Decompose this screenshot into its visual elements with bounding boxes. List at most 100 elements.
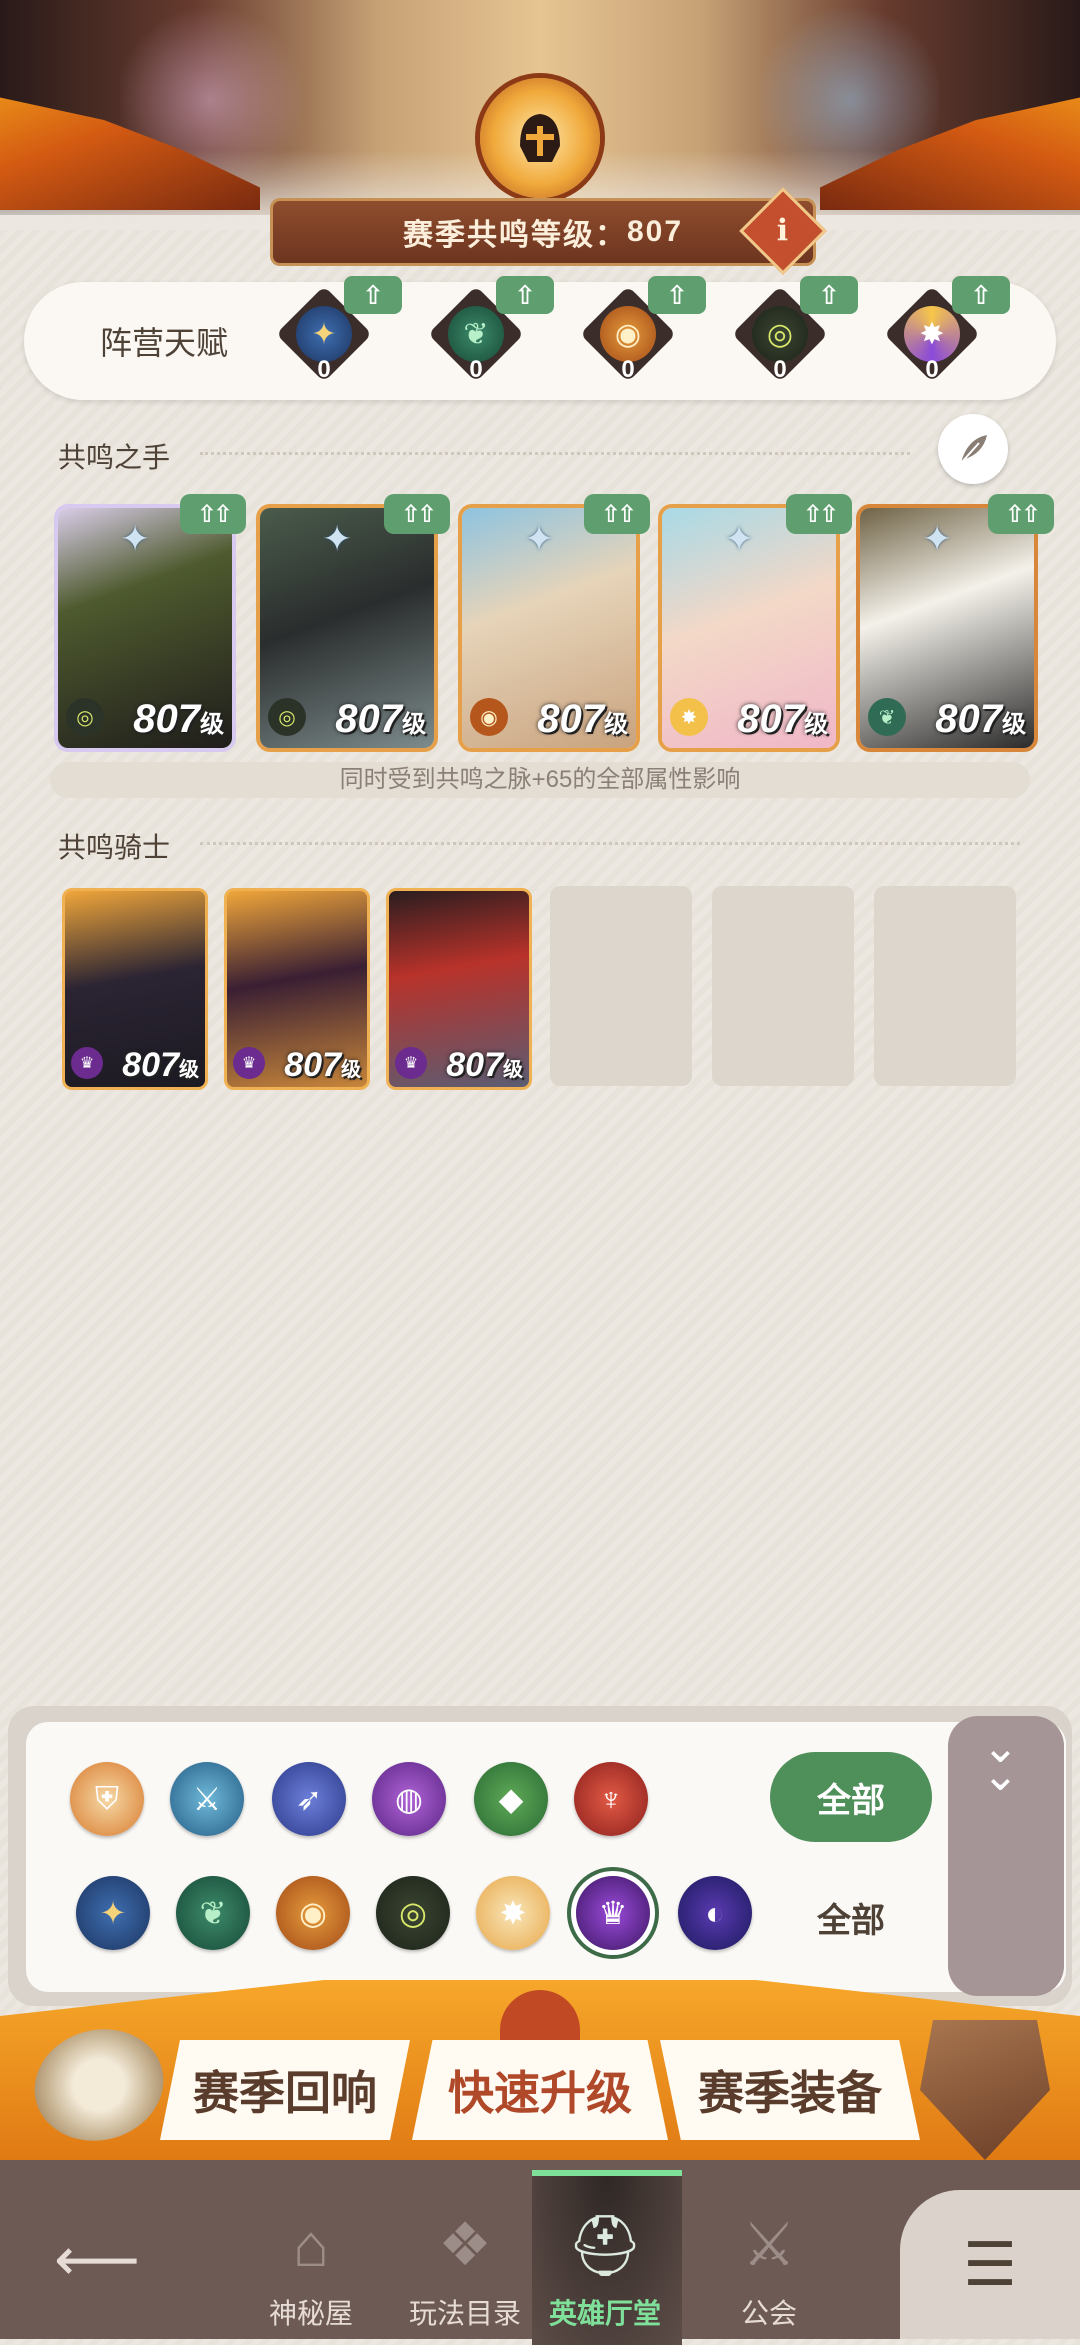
mauler-icon: ◎ <box>752 306 808 362</box>
double-arrow-up-icon[interactable]: ⇧⇧ <box>786 494 852 534</box>
level-unit: 级 <box>179 1059 199 1081</box>
void-faction-icon: ♛ <box>71 1047 103 1079</box>
hero-card[interactable]: ✦ ◎ 807级 <box>256 504 438 752</box>
level-unit: 级 <box>804 711 828 738</box>
nav-label: 神秘屋 <box>268 2298 353 2329</box>
menu-list-icon: ☰ <box>963 2230 1017 2298</box>
level-unit: 级 <box>402 711 426 738</box>
support-class-icon[interactable]: ◆ <box>474 1762 548 1836</box>
lightbearer-icon: ✦ <box>296 306 352 362</box>
knight-level: 807 <box>284 1046 341 1084</box>
arrow-up-icon[interactable]: ⇧ <box>496 276 554 314</box>
nav-guild[interactable]: ⚔ 公会 <box>704 2192 834 2332</box>
level-unit: 级 <box>604 711 628 738</box>
talent-count: 0 <box>317 356 331 383</box>
hero-level: 807 <box>133 697 200 741</box>
graveborn-filter-icon[interactable]: ◉ <box>276 1876 350 1950</box>
nav-mystery-house[interactable]: ⌂ 神秘屋 <box>246 2192 376 2332</box>
level-unit: 级 <box>341 1059 361 1081</box>
nav-hero-hall[interactable]: ⛑ 英雄厅堂 <box>540 2192 670 2332</box>
mauler-icon: ◎ <box>66 698 104 736</box>
celestial-filter-icon[interactable]: ✸ <box>476 1876 550 1950</box>
star-icon: ✦ <box>724 518 755 559</box>
talent-slot-celestial[interactable]: ✸ 0 ⇧ <box>878 276 1018 402</box>
nav-label: 公会 <box>740 2298 797 2329</box>
menu-list-button[interactable]: ☰ <box>900 2190 1080 2339</box>
mauler-icon: ◎ <box>268 698 306 736</box>
double-arrow-up-icon[interactable]: ⇧⇧ <box>180 494 246 534</box>
level-unit: 级 <box>200 711 224 738</box>
talent-slot-wilder[interactable]: ❦ 0 ⇧ <box>422 276 562 402</box>
assassin-class-icon[interactable]: ♆ <box>574 1762 648 1836</box>
hero-level: 807 <box>335 697 402 741</box>
empty-knight-slot[interactable] <box>550 886 692 1086</box>
arrow-up-icon[interactable]: ⇧ <box>344 276 402 314</box>
empty-knight-slot[interactable] <box>874 886 1016 1086</box>
hero-card[interactable]: ✦ ❦ 807级 <box>856 504 1038 752</box>
knight-card[interactable]: ♛ 807级 <box>62 888 208 1090</box>
double-arrow-up-icon[interactable]: ⇧⇧ <box>384 494 450 534</box>
season-equipment-tab[interactable]: 赛季装备 <box>660 2040 920 2140</box>
crossed-swords-icon: ⚔ <box>742 2211 796 2278</box>
knight-card[interactable]: ♛ 807级 <box>386 888 532 1090</box>
arrow-up-icon[interactable]: ⇧ <box>800 276 858 314</box>
level-unit: 级 <box>1002 711 1026 738</box>
back-arrow-icon[interactable]: ⟵ <box>54 2230 144 2290</box>
quick-upgrade-tab[interactable]: 快速升级 <box>412 2040 668 2140</box>
season-resonance-level: 赛季共鸣等级： 807 <box>270 198 816 266</box>
divider <box>200 452 910 455</box>
talent-slot-mauler[interactable]: ◎ 0 ⇧ <box>726 276 866 402</box>
star-icon: ✦ <box>922 518 953 559</box>
mage-class-icon[interactable]: ◍ <box>372 1762 446 1836</box>
knight-card[interactable]: ♛ 807级 <box>224 888 370 1090</box>
talent-count: 0 <box>469 356 483 383</box>
hero-card[interactable]: ✦ ✸ 807级 <box>658 504 840 752</box>
wilder-icon: ❦ <box>868 698 906 736</box>
feather-icon <box>960 435 987 464</box>
hero-level: 807 <box>935 697 1002 741</box>
mauler-filter-icon[interactable]: ◎ <box>376 1876 450 1950</box>
dimensional-filter-icon[interactable]: ◐ <box>678 1876 752 1950</box>
talent-count: 0 <box>773 356 787 383</box>
helmet-icon: ⛑ <box>566 2211 644 2279</box>
empty-knight-slot[interactable] <box>712 886 854 1086</box>
nav-game-modes[interactable]: ❖ 玩法目录 <box>400 2192 530 2332</box>
arrow-up-icon[interactable]: ⇧ <box>648 276 706 314</box>
hero-level: 807 <box>537 697 604 741</box>
hero-level: 807 <box>737 697 804 741</box>
wilder-icon: ❦ <box>448 306 504 362</box>
hypogean-filter-icon[interactable]: ♛ <box>576 1876 650 1950</box>
info-icon: i <box>777 213 789 249</box>
hero-card[interactable]: ✦ ◉ 807级 <box>458 504 640 752</box>
all-factions-button[interactable]: 全部 <box>770 1872 932 1962</box>
wilder-filter-icon[interactable]: ❦ <box>176 1876 250 1950</box>
talent-count: 0 <box>621 356 635 383</box>
warrior-class-icon[interactable]: ⛨ <box>70 1762 144 1836</box>
double-arrow-up-icon[interactable]: ⇧⇧ <box>988 494 1054 534</box>
celestial-icon: ✸ <box>670 698 708 736</box>
graveborn-icon: ◉ <box>470 698 508 736</box>
collapse-panel-button[interactable]: ⌄ ⌄ <box>948 1716 1064 1996</box>
hero-card[interactable]: ✦ ◎ 807级 <box>54 504 236 752</box>
void-faction-icon: ♛ <box>233 1047 265 1079</box>
feather-edit-button[interactable] <box>938 414 1008 484</box>
season-level-value: 807 <box>626 215 684 248</box>
talent-slot-lightbearer[interactable]: ✦ 0 ⇧ <box>270 276 410 402</box>
lightbearer-filter-icon[interactable]: ✦ <box>76 1876 150 1950</box>
void-faction-icon: ♛ <box>395 1047 427 1079</box>
nav-label: 英雄厅堂 <box>548 2298 661 2329</box>
level-unit: 级 <box>503 1059 523 1081</box>
star-icon: ✦ <box>322 518 353 559</box>
arrow-up-icon[interactable]: ⇧ <box>952 276 1010 314</box>
faction-talent-title: 阵营天赋 <box>100 325 229 361</box>
double-arrow-up-icon[interactable]: ⇧⇧ <box>584 494 650 534</box>
resonance-hands-title: 共鸣之手 <box>58 442 171 473</box>
tank-class-icon[interactable]: ⚔ <box>170 1762 244 1836</box>
ranger-class-icon[interactable]: ➶ <box>272 1762 346 1836</box>
nav-label: 玩法目录 <box>408 2298 521 2329</box>
talent-slot-graveborn[interactable]: ◉ 0 ⇧ <box>574 276 714 402</box>
house-icon: ⌂ <box>292 2211 330 2279</box>
season-echo-tab[interactable]: 赛季回响 <box>160 2040 410 2140</box>
season-level-label: 赛季共鸣等级： <box>402 219 627 252</box>
all-classes-button[interactable]: 全部 <box>770 1752 932 1842</box>
